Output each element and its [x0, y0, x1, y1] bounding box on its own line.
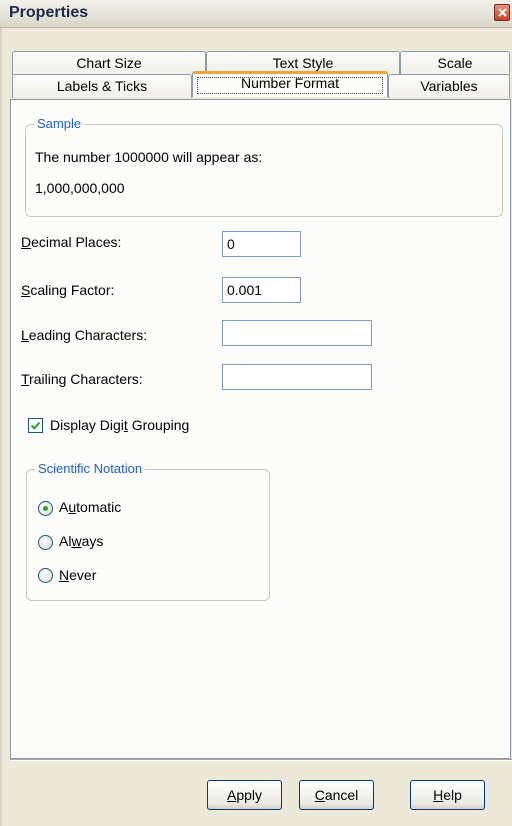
- trailing-characters-label-text: railing Characters:: [29, 371, 143, 387]
- sample-legend: Sample: [34, 116, 85, 131]
- leading-characters-label: Leading Characters:: [21, 327, 148, 343]
- tab-variables[interactable]: Variables: [388, 74, 510, 98]
- checkmark-icon: [30, 421, 41, 430]
- radio-automatic[interactable]: [38, 501, 53, 516]
- radio-automatic-label: Automatic: [59, 499, 122, 515]
- window-left-border: [0, 28, 2, 826]
- cancel-button-label: Cancel: [314, 787, 359, 803]
- scientific-notation-legend: Scientific Notation: [35, 461, 146, 476]
- scientific-notation-group: Scientific Notation Automatic Always Nev…: [26, 461, 270, 601]
- digit-grouping-checkbox[interactable]: [28, 418, 43, 433]
- decimal-places-label: Decimal Places:: [21, 234, 122, 250]
- radio-never-label: Never: [59, 567, 97, 583]
- radio-selected-dot: [43, 506, 48, 511]
- sample-description: The number 1000000 will appear as:: [35, 149, 263, 165]
- tab-label: Labels & Ticks: [56, 78, 148, 94]
- close-icon: [498, 8, 507, 17]
- decimal-places-label-text: ecimal Places:: [31, 234, 122, 250]
- sample-group: Sample The number 1000000 will appear as…: [25, 116, 503, 217]
- apply-button[interactable]: Apply: [207, 780, 282, 810]
- button-separator: [10, 759, 512, 761]
- tab-label: Scale: [437, 55, 473, 71]
- radio-never[interactable]: [38, 568, 53, 583]
- title-bar[interactable]: Properties: [0, 0, 512, 28]
- tab-number-format[interactable]: Number Format: [192, 71, 388, 97]
- tab-labels-ticks[interactable]: Labels & Ticks: [12, 74, 192, 98]
- scaling-factor-input[interactable]: 0.001: [222, 277, 301, 303]
- window-title: Properties: [9, 4, 89, 21]
- radio-always-label: Always: [59, 533, 104, 549]
- help-button-label: Help: [433, 787, 462, 803]
- trailing-characters-label: Trailing Characters:: [21, 371, 143, 387]
- number-format-panel: Sample The number 1000000 will appear as…: [10, 99, 511, 759]
- scaling-factor-label: Scaling Factor:: [21, 282, 115, 298]
- apply-button-label: Apply: [226, 787, 263, 803]
- cancel-button[interactable]: Cancel: [299, 780, 374, 810]
- tab-scale[interactable]: Scale: [400, 51, 510, 75]
- trailing-characters-input[interactable]: [222, 364, 372, 390]
- tab-label: Text Style: [272, 55, 334, 71]
- help-button[interactable]: Help: [410, 780, 485, 810]
- leading-characters-label-text: eading Characters:: [28, 327, 148, 343]
- tab-chart-size[interactable]: Chart Size: [12, 51, 206, 75]
- tab-label: Number Format: [240, 75, 340, 91]
- tab-label: Variables: [420, 78, 478, 94]
- radio-always[interactable]: [38, 535, 53, 550]
- leading-characters-input[interactable]: [222, 320, 372, 346]
- scaling-factor-label-text: caling Factor:: [30, 282, 115, 298]
- decimal-places-input[interactable]: 0: [222, 231, 301, 257]
- digit-grouping-label: Display Digit Grouping: [50, 417, 190, 433]
- sample-result: 1,000,000,000: [35, 180, 125, 196]
- tab-label: Chart Size: [76, 55, 142, 71]
- close-button[interactable]: [494, 4, 510, 21]
